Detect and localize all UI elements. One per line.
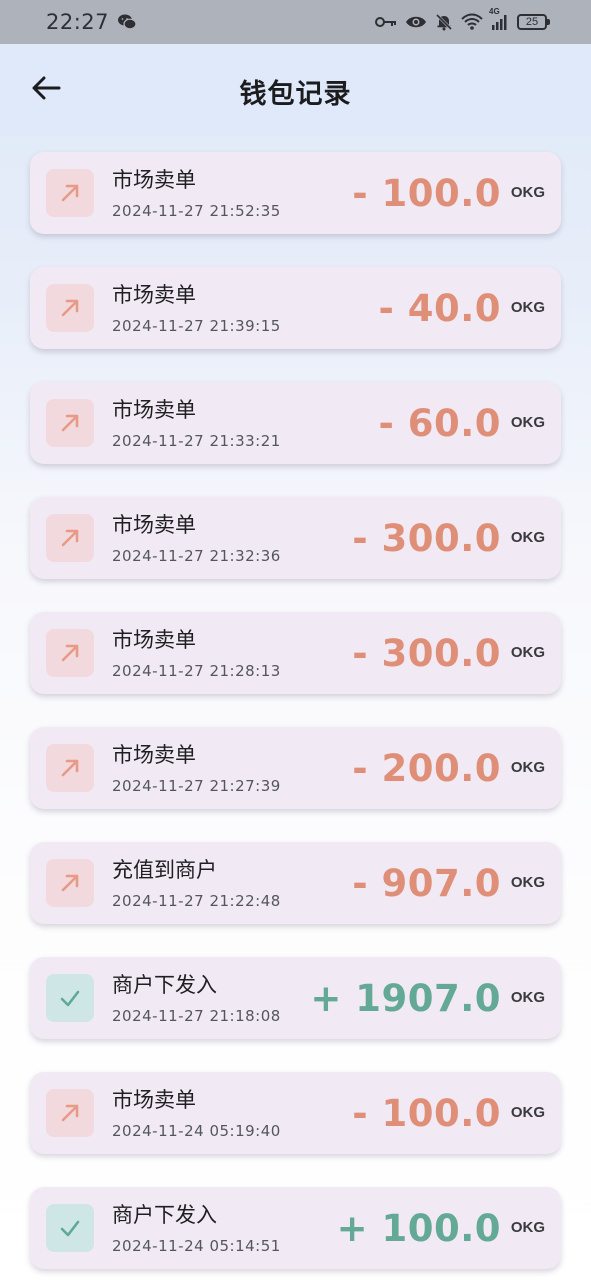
record-card[interactable]: 市场卖单 2024-11-27 21:52:35 - 100.0 OKG (30, 152, 561, 234)
record-time: 2024-11-24 05:19:40 (112, 1122, 281, 1140)
record-unit: OKG (510, 644, 545, 661)
record-amount: - 100.0 (352, 171, 501, 215)
arrow-up-right-icon (46, 1089, 94, 1137)
record-text: 市场卖单 2024-11-27 21:27:39 (112, 741, 281, 795)
record-title: 市场卖单 (112, 168, 196, 192)
record-unit: OKG (510, 1219, 545, 1236)
record-title: 充值到商户 (112, 858, 217, 882)
record-title: 商户下发入 (112, 1203, 217, 1227)
record-title: 商户下发入 (112, 973, 217, 997)
record-unit: OKG (510, 299, 545, 316)
arrow-up-right-icon (46, 169, 94, 217)
record-unit: OKG (510, 1104, 545, 1121)
record-amount: + 100.0 (336, 1206, 501, 1250)
record-unit: OKG (510, 874, 545, 891)
record-amount: - 300.0 (352, 631, 501, 675)
wifi-icon (461, 13, 483, 31)
arrow-up-right-icon (46, 399, 94, 447)
arrow-up-right-icon (46, 744, 94, 792)
record-list[interactable]: 市场卖单 2024-11-27 21:52:35 - 100.0 OKG 市场卖单 202… (30, 152, 561, 1280)
record-text: 市场卖单 2024-11-27 21:32:36 (112, 511, 281, 565)
record-title: 市场卖单 (112, 283, 196, 307)
status-bar: 22:27 4G 25 (0, 0, 591, 44)
record-amount: - 100.0 (352, 1091, 501, 1135)
record-time: 2024-11-27 21:28:13 (112, 662, 281, 680)
bell-off-icon (435, 13, 453, 31)
record-time: 2024-11-27 21:18:08 (112, 1007, 281, 1025)
record-amount: - 200.0 (352, 746, 501, 790)
record-amount: + 1907.0 (310, 976, 501, 1020)
record-unit: OKG (510, 184, 545, 201)
record-title: 市场卖单 (112, 743, 196, 767)
status-right: 4G 25 (375, 7, 550, 31)
record-text: 商户下发入 2024-11-27 21:18:08 (112, 971, 281, 1025)
arrow-up-right-icon (46, 859, 94, 907)
battery-icon: 25 (517, 14, 550, 30)
record-card[interactable]: 市场卖单 2024-11-27 21:33:21 - 60.0 OKG (30, 382, 561, 464)
arrow-up-right-icon (46, 284, 94, 332)
record-card[interactable]: 市场卖单 2024-11-27 21:39:15 - 40.0 OKG (30, 267, 561, 349)
record-time: 2024-11-24 05:14:51 (112, 1237, 281, 1255)
record-card[interactable]: 商户下发入 2024-11-27 21:18:08 + 1907.0 OKG (30, 957, 561, 1039)
record-time: 2024-11-27 21:52:35 (112, 202, 281, 220)
record-amount: - 60.0 (378, 401, 501, 445)
record-time: 2024-11-27 21:22:48 (112, 892, 281, 910)
record-text: 商户下发入 2024-11-24 05:14:51 (112, 1201, 281, 1255)
record-text: 市场卖单 2024-11-27 21:33:21 (112, 396, 281, 450)
record-time: 2024-11-27 21:39:15 (112, 317, 281, 335)
record-text: 市场卖单 2024-11-27 21:39:15 (112, 281, 281, 335)
record-title: 市场卖单 (112, 1088, 196, 1112)
record-time: 2024-11-27 21:27:39 (112, 777, 281, 795)
record-title: 市场卖单 (112, 513, 196, 537)
arrow-up-right-icon (46, 514, 94, 562)
record-amount: - 40.0 (378, 286, 501, 330)
page-title: 钱包记录 (239, 79, 352, 110)
record-title: 市场卖单 (112, 398, 196, 422)
record-text: 充值到商户 2024-11-27 21:22:48 (112, 856, 281, 910)
record-time: 2024-11-27 21:32:36 (112, 547, 281, 565)
record-time: 2024-11-27 21:33:21 (112, 432, 281, 450)
record-card[interactable]: 市场卖单 2024-11-27 21:28:13 - 300.0 OKG (30, 612, 561, 694)
record-unit: OKG (510, 989, 545, 1006)
record-card[interactable]: 市场卖单 2024-11-27 21:32:36 - 300.0 OKG (30, 497, 561, 579)
header: 钱包记录 (0, 44, 591, 136)
status-left: 22:27 (46, 10, 137, 34)
record-unit: OKG (510, 759, 545, 776)
signal-icon: 4G (489, 7, 509, 31)
wechat-icon (117, 13, 137, 31)
key-icon (375, 15, 397, 29)
record-amount: - 907.0 (352, 861, 501, 905)
arrow-up-right-icon (46, 629, 94, 677)
record-card[interactable]: 市场卖单 2024-11-24 05:19:40 - 100.0 OKG (30, 1072, 561, 1154)
record-unit: OKG (510, 414, 545, 431)
record-card[interactable]: 市场卖单 2024-11-27 21:27:39 - 200.0 OKG (30, 727, 561, 809)
signal-label: 4G (489, 7, 500, 16)
check-icon (46, 1204, 94, 1252)
record-card[interactable]: 充值到商户 2024-11-27 21:22:48 - 907.0 OKG (30, 842, 561, 924)
record-text: 市场卖单 2024-11-27 21:28:13 (112, 626, 281, 680)
record-text: 市场卖单 2024-11-24 05:19:40 (112, 1086, 281, 1140)
record-unit: OKG (510, 529, 545, 546)
eye-icon (405, 14, 427, 30)
record-title: 市场卖单 (112, 628, 196, 652)
record-text: 市场卖单 2024-11-27 21:52:35 (112, 166, 281, 220)
check-icon (46, 974, 94, 1022)
record-card[interactable]: 商户下发入 2024-11-24 05:14:51 + 100.0 OKG (30, 1187, 561, 1269)
status-time: 22:27 (46, 10, 110, 34)
record-amount: - 300.0 (352, 516, 501, 560)
